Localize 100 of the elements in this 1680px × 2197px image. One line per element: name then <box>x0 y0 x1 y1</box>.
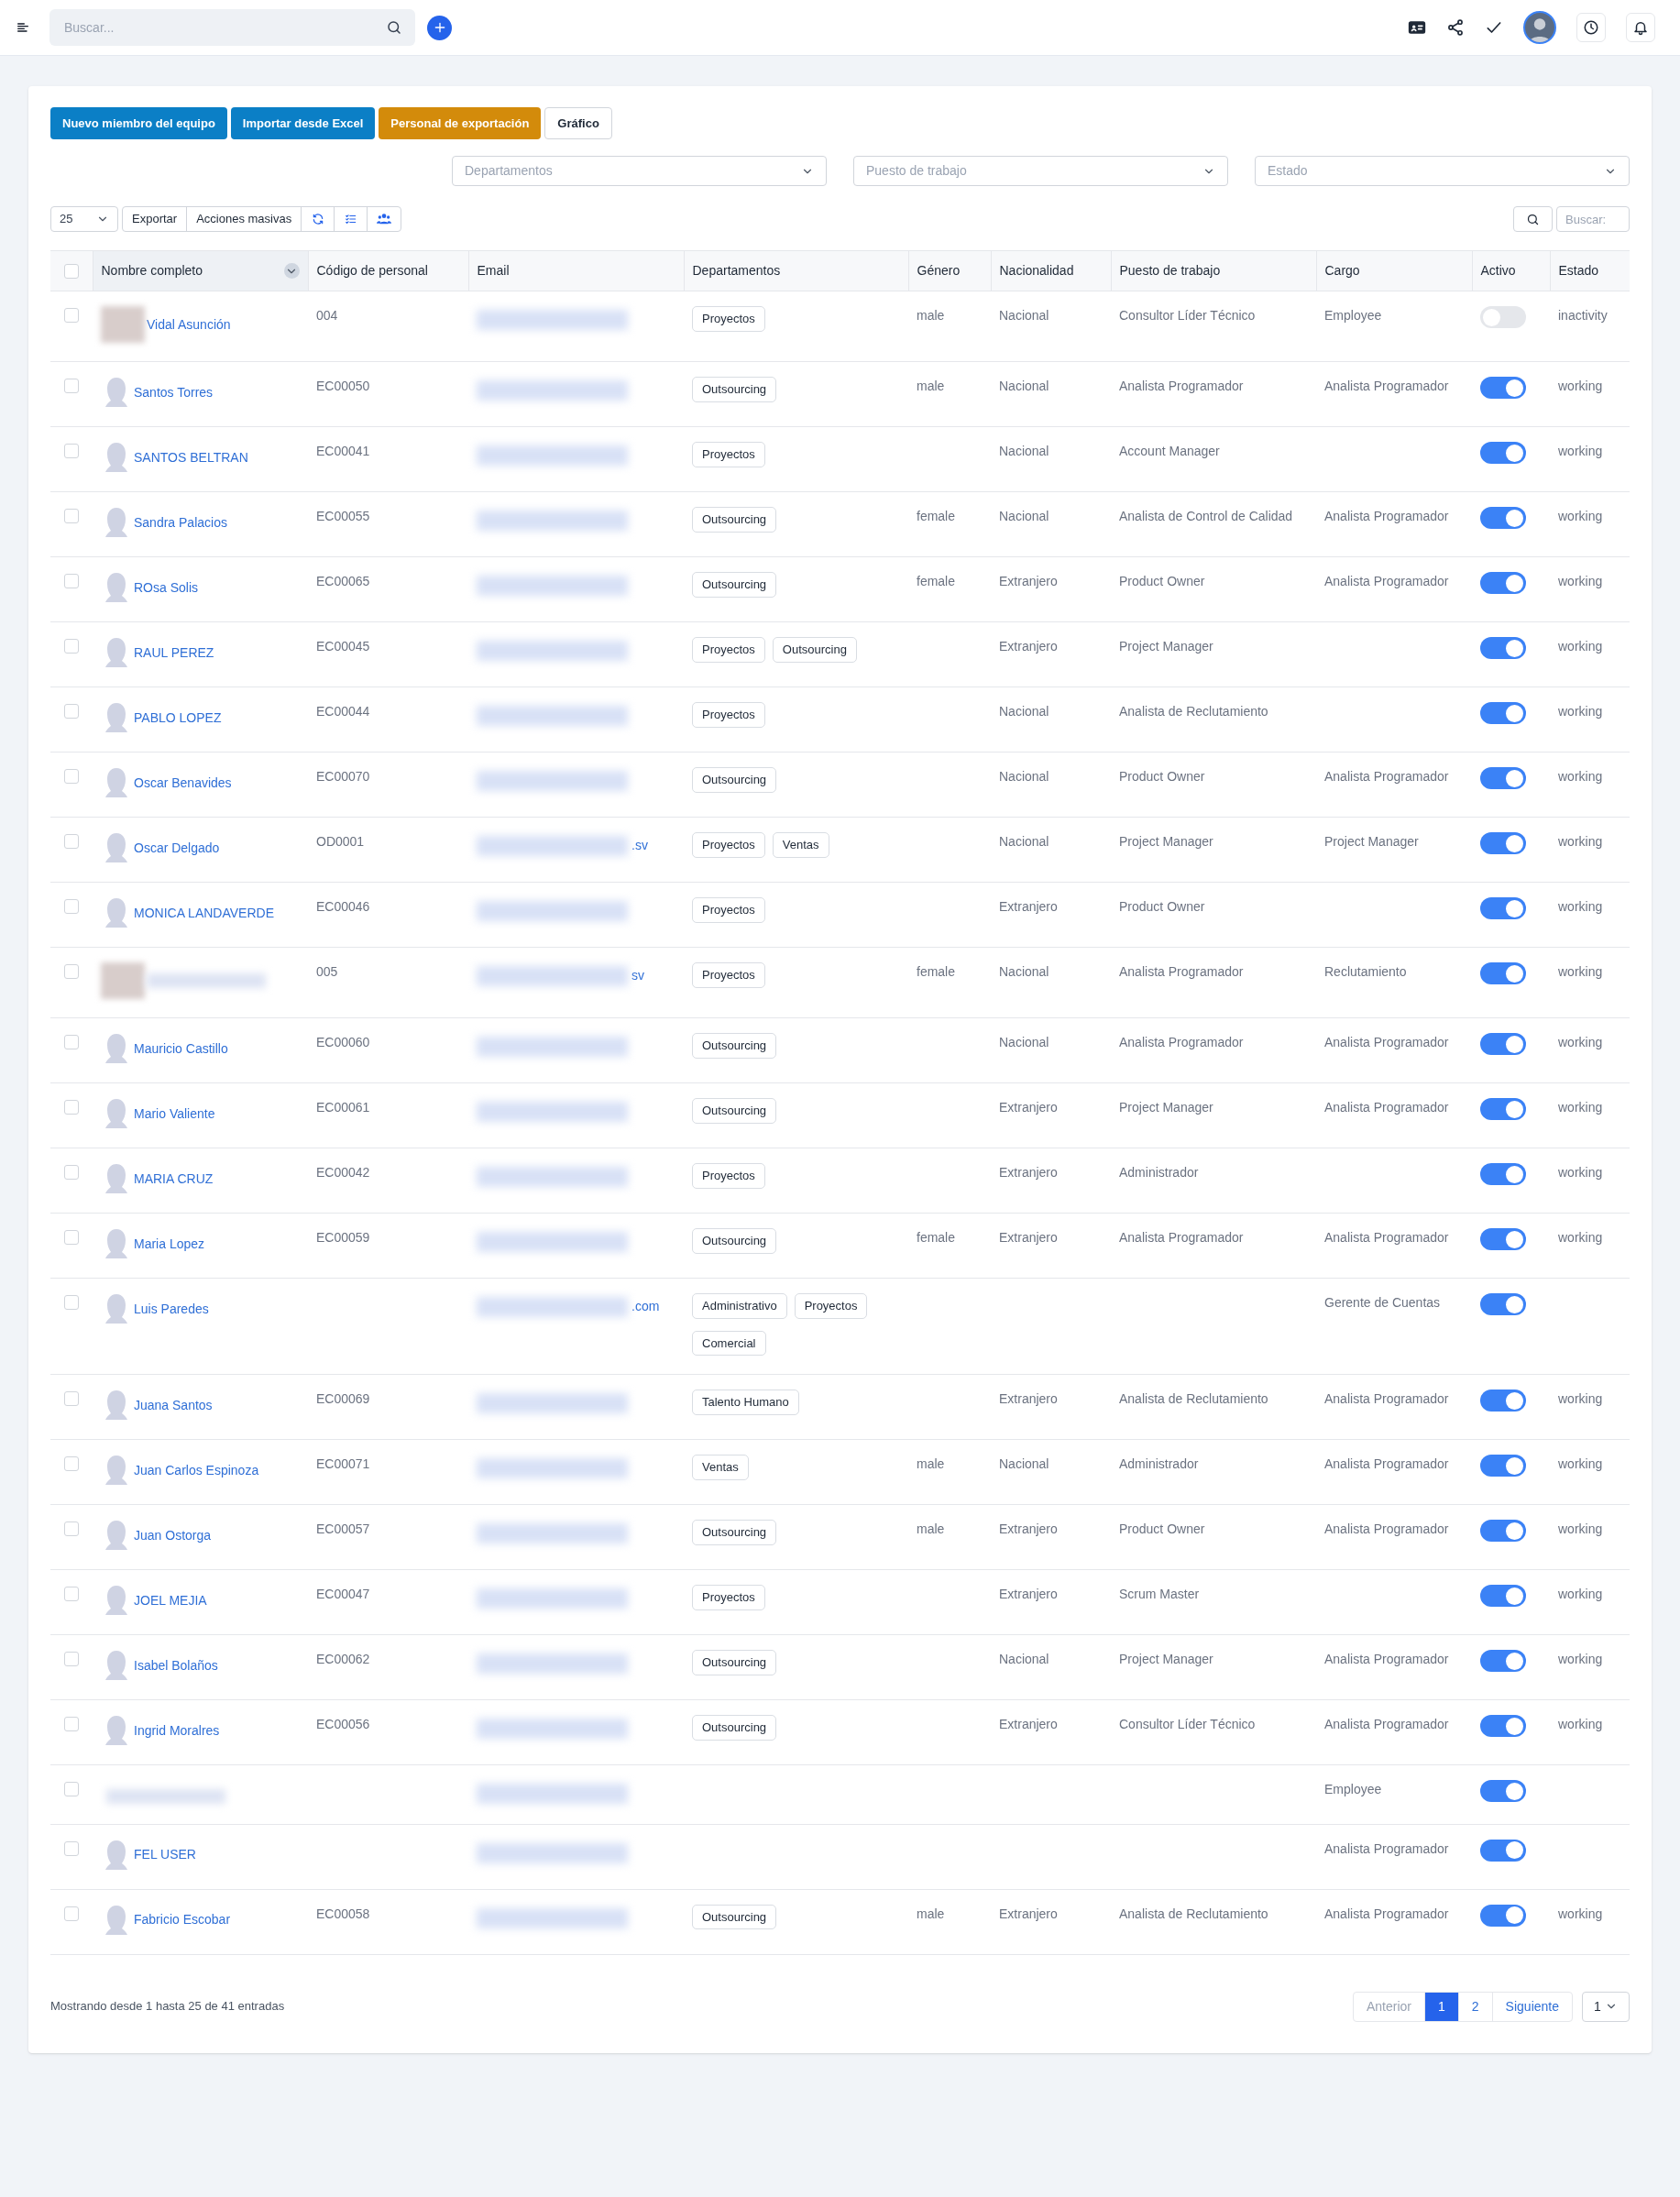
employee-link[interactable]: Juana Santos <box>134 1395 213 1415</box>
user-avatar[interactable] <box>1523 11 1556 44</box>
active-toggle[interactable] <box>1480 507 1526 529</box>
employee-link[interactable]: Oscar Benavides <box>134 773 232 793</box>
column-header[interactable]: Nacionalidad <box>999 263 1074 278</box>
notifications-button[interactable] <box>1626 13 1655 42</box>
column-header[interactable]: Estado <box>1558 263 1599 278</box>
row-checkbox[interactable] <box>64 1295 79 1310</box>
column-header[interactable]: Género <box>917 263 961 278</box>
column-header[interactable]: Cargo <box>1324 263 1360 278</box>
row-checkbox[interactable] <box>64 308 79 323</box>
filter-dropdown[interactable]: Puesto de trabajo <box>853 156 1228 186</box>
employee-link[interactable]: Mario Valiente <box>134 1104 215 1124</box>
email-fragment[interactable]: .com <box>631 1297 660 1316</box>
active-toggle[interactable] <box>1480 1033 1526 1055</box>
filter-dropdown[interactable]: Estado <box>1255 156 1630 186</box>
active-toggle[interactable] <box>1480 1780 1526 1802</box>
row-checkbox[interactable] <box>64 1456 79 1471</box>
employee-link[interactable]: Isabel Bolaños <box>134 1655 218 1675</box>
table-search-field[interactable]: Buscar: <box>1556 206 1630 232</box>
row-checkbox[interactable] <box>64 1840 79 1856</box>
column-header[interactable]: Departamentos <box>692 263 781 278</box>
row-checkbox[interactable] <box>64 1652 79 1666</box>
active-toggle[interactable] <box>1480 1098 1526 1120</box>
add-button[interactable] <box>427 15 452 40</box>
active-toggle[interactable] <box>1480 637 1526 659</box>
employee-link[interactable]: Mauricio Castillo <box>134 1038 228 1059</box>
page-size-select[interactable]: 25 <box>50 206 118 232</box>
employee-link[interactable]: Maria Lopez <box>134 1234 205 1254</box>
employee-link[interactable]: ROsa Solis <box>134 577 199 598</box>
employee-link[interactable]: PABLO LOPEZ <box>134 708 222 728</box>
row-checkbox[interactable] <box>64 1230 79 1245</box>
row-checkbox[interactable] <box>64 444 79 458</box>
active-toggle[interactable] <box>1480 1455 1526 1477</box>
employee-link[interactable]: SANTOS BELTRAN <box>134 447 248 467</box>
active-toggle[interactable] <box>1480 897 1526 919</box>
employee-link[interactable]: Fabricio Escobar <box>134 1910 231 1929</box>
active-toggle[interactable] <box>1480 1904 1526 1927</box>
column-header[interactable]: Email <box>477 263 510 278</box>
employee-link[interactable]: MONICA LANDAVERDE <box>134 903 274 923</box>
row-checkbox[interactable] <box>64 1100 79 1115</box>
employee-link[interactable]: JOEL MEJIA <box>134 1590 207 1610</box>
active-toggle[interactable] <box>1480 1163 1526 1185</box>
active-toggle[interactable] <box>1480 377 1526 399</box>
column-header[interactable]: Activo <box>1480 263 1516 278</box>
employee-link[interactable]: Vidal Asunción <box>147 314 231 335</box>
row-checkbox[interactable] <box>64 639 79 654</box>
employee-link[interactable]: FEL USER <box>134 1845 196 1864</box>
search-field[interactable]: Buscar... <box>49 9 415 46</box>
active-toggle[interactable] <box>1480 1585 1526 1607</box>
action-button[interactable]: Importar desde Excel <box>230 107 376 139</box>
action-button[interactable]: Personal de exportación <box>379 107 542 139</box>
employee-link[interactable]: RAUL PEREZ <box>134 643 214 663</box>
row-checkbox[interactable] <box>64 1391 79 1406</box>
active-toggle[interactable] <box>1480 1293 1526 1315</box>
id-card-icon[interactable] <box>1408 18 1426 37</box>
row-checkbox[interactable] <box>64 964 79 979</box>
row-checkbox[interactable] <box>64 574 79 588</box>
active-toggle[interactable] <box>1480 442 1526 464</box>
employee-link[interactable]: Santos Torres <box>134 382 214 402</box>
action-button[interactable]: Nuevo miembro del equipo <box>50 107 227 139</box>
search-button[interactable] <box>1513 206 1553 232</box>
row-checkbox[interactable] <box>64 379 79 393</box>
row-checkbox[interactable] <box>64 1782 79 1796</box>
row-checkbox[interactable] <box>64 1521 79 1536</box>
employee-link[interactable]: Luis Paredes <box>134 1299 209 1319</box>
row-checkbox[interactable] <box>64 704 79 719</box>
row-checkbox[interactable] <box>64 1165 79 1180</box>
active-toggle[interactable] <box>1480 1650 1526 1672</box>
email-fragment[interactable]: .sv <box>631 836 648 855</box>
employee-link[interactable]: Oscar Delgado <box>134 838 220 858</box>
toolbar-button[interactable]: Acciones masivas <box>187 207 302 231</box>
active-toggle[interactable] <box>1480 1520 1526 1542</box>
next-button[interactable]: Siguiente <box>1492 1992 1572 2021</box>
page-button[interactable]: 1 <box>1425 1992 1459 2021</box>
active-toggle[interactable] <box>1480 1390 1526 1412</box>
menu-icon[interactable] <box>16 20 30 35</box>
row-checkbox[interactable] <box>64 509 79 523</box>
active-toggle[interactable] <box>1480 1839 1526 1862</box>
column-header[interactable]: Puesto de trabajo <box>1119 263 1221 278</box>
employee-link[interactable]: Ingrid Moralres <box>134 1720 220 1741</box>
row-checkbox[interactable] <box>64 1717 79 1731</box>
search-icon[interactable] <box>386 19 402 36</box>
active-toggle[interactable] <box>1480 832 1526 854</box>
row-checkbox[interactable] <box>64 769 79 784</box>
active-toggle[interactable] <box>1480 702 1526 724</box>
email-fragment[interactable]: sv <box>631 966 644 985</box>
select-all-checkbox[interactable] <box>63 263 79 279</box>
column-header[interactable]: Código de personal <box>316 263 428 278</box>
active-toggle[interactable] <box>1480 572 1526 594</box>
row-checkbox[interactable] <box>64 1035 79 1049</box>
row-checkbox[interactable] <box>64 1906 79 1921</box>
clock-button[interactable] <box>1576 13 1606 42</box>
page-select[interactable]: 1 <box>1582 1991 1630 2022</box>
active-toggle[interactable] <box>1480 767 1526 789</box>
employee-link[interactable]: MARIA CRUZ <box>134 1169 214 1189</box>
row-checkbox[interactable] <box>64 899 79 914</box>
filter-dropdown[interactable]: Departamentos <box>452 156 827 186</box>
active-toggle[interactable] <box>1480 962 1526 984</box>
active-toggle[interactable] <box>1480 1228 1526 1250</box>
